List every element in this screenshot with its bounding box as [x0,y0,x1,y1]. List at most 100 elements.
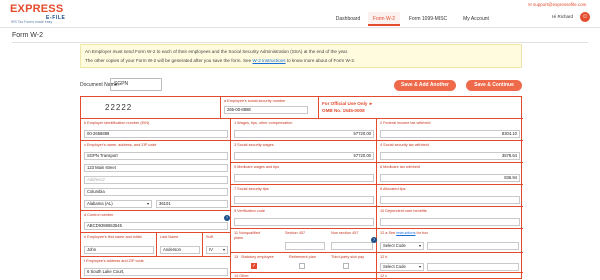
section-457-input[interactable] [285,242,325,250]
save-add-another-button[interactable]: Save & Add Another [394,80,456,91]
retirement-plan-label: Retirement plan [289,255,316,259]
w2-form: 22222 a Employee's social security numbe… [80,96,523,280]
employee-first-name-input[interactable]: John [84,246,154,254]
ss-wages-input[interactable]: 57720.00 [234,152,374,160]
top-bar: EXPRESS E-FILE IRS Tax Forms made easy D… [0,0,600,28]
box-12b-amount-input[interactable] [427,263,519,271]
box-5: 5 Medicare wages and tips [231,163,377,185]
box-c-label: c Employer's name, address, and ZIP code [84,143,157,147]
expressefile-logo[interactable]: EXPRESS E-FILE IRS Tax Forms made easy [10,3,90,25]
box-4: 4 Social security tax withheld 3578.64 [377,141,523,163]
box-7: 7 Social security tips [231,185,377,207]
box-6: 6 Medicare tax withheld 836.94 [377,163,523,185]
box-12a-label: 12 a See instructions for box [380,231,429,235]
box-12b-code-select[interactable]: Select Code ▾ [380,263,424,271]
logo-tagline: IRS Tax Forms made easy [11,20,53,24]
section-457-label: Section 457 [285,231,306,235]
ssn-input[interactable]: 265-00-8888 [224,106,308,114]
box-4-label: 4 Social security tax withheld [380,143,429,147]
support-email[interactable]: ✉ support@expressefile.com [528,2,586,8]
form-code-cell: 22222 [81,97,221,119]
allocated-tips-input[interactable] [380,196,520,204]
chevron-down-icon: ▾ [146,201,149,206]
nav-form-w2[interactable]: Form W-2 [368,12,400,26]
greeting[interactable]: Hi Richard [552,14,573,19]
employer-city-input[interactable]: Columbia [84,188,228,196]
employee-address-input[interactable]: 6 South Lake Court, [84,268,228,276]
box-7-label: 7 Social security tips [234,187,269,191]
verification-code-input[interactable] [234,218,374,226]
nav-my-account[interactable]: My Account [456,12,496,26]
chevron-down-icon: ▾ [222,247,225,252]
statutory-employee-checkbox[interactable]: ✓ [251,263,257,269]
federal-tax-input[interactable]: 8304.10 [380,130,520,138]
box-12a: 12 a See instructions for box Select Cod… [377,229,523,253]
box-e-label: e Employee's first name and initial [84,235,142,239]
non-section-457-input[interactable] [331,242,373,250]
retirement-plan-checkbox[interactable] [299,263,305,269]
box-3: 3 Social security wages 57720.00 [231,141,377,163]
ss-tax-input[interactable]: 3578.64 [380,152,520,160]
employer-address2-input[interactable]: Address2 [84,176,228,184]
employer-address1-input[interactable]: 123 Main street [84,164,228,172]
box-9-label: 9 Verification code [234,209,266,213]
logo-main: EXPRESS [10,3,64,15]
box-8-label: 8 Allocated tips [380,187,406,191]
box-a-label: a Employee's social security number [224,99,286,103]
save-continue-button[interactable]: Save & Continue [466,80,522,91]
info-notice: An Employer must send Form W-2 to each o… [80,44,522,68]
last-name-label: Last Name [160,235,179,239]
box-12-instructions-link[interactable]: instructions [396,231,415,235]
medicare-tax-input[interactable]: 836.94 [380,174,520,182]
box-a: a Employee's social security number 265-… [221,97,319,119]
box-14-label: 14 Other [234,274,249,278]
box-11-label: 11 Nonqualified plans [234,231,261,240]
nav-dashboard[interactable]: Dashboard [330,12,366,26]
wages-input[interactable]: 57720.00 [234,130,374,138]
box-10: 10 Dependent care benefits [377,207,523,229]
nav-form-1099-misc[interactable]: Form 1099-MISC [404,12,452,26]
employer-zip-input[interactable]: 36101 [156,200,228,208]
document-name-input[interactable]: SGPN [110,78,162,91]
page-title: Form W-2 [12,32,43,39]
box-d-label: d Control number [84,213,114,217]
box-12c-label: 12 c [380,274,388,278]
omb-number: OMB No. 1545-0008 [322,108,365,113]
medicare-wages-input[interactable] [234,174,374,182]
box-5-label: 5 Medicare wages and tips [234,165,280,169]
box-12a-amount-input[interactable] [427,242,519,250]
employee-last-name-input[interactable]: Anderson [160,246,200,254]
box-12a-code-select[interactable]: Select Code ▾ [380,242,424,250]
user-avatar-icon[interactable]: ☺ [580,12,590,22]
official-use-cell: For Official Use Only ► OMB No. 1545-000… [319,97,523,119]
divider [12,42,588,43]
notice-line-2: The other copies of your Form W-2 will b… [85,58,356,63]
ein-input[interactable]: 00-2658888 [84,130,228,138]
notice-line-1: An Employer must send Form W-2 to each o… [85,49,349,54]
box-10-label: 10 Dependent care benefits [380,209,427,213]
ss-tips-input[interactable] [234,196,374,204]
box-8: 8 Allocated tips [377,185,523,207]
box-13-label: 13 [234,255,239,259]
box-e-first: e Employee's first name and initial John [81,233,157,257]
dependent-care-input[interactable] [380,218,520,226]
box-1: 1 Wages, tips, other compensation 57720.… [231,119,377,141]
statutory-employee-label: Statutory employee [241,255,274,259]
box-f: f Employee's address and ZIP code 6 Sout… [81,257,231,280]
box-1-label: 1 Wages, tips, other compensation [234,121,293,125]
box-2-label: 2 Federal income tax withheld [380,121,431,125]
w2-instructions-link[interactable]: W-2 Instructions [252,58,285,63]
third-party-sick-pay-checkbox[interactable] [343,263,349,269]
help-icon[interactable]: ? [224,215,230,221]
employer-name-input[interactable]: SGPN Transport [84,152,228,160]
control-number-input[interactable]: ABCD9398553545 [84,222,228,230]
suffix-select[interactable]: IV ▾ [206,246,228,254]
box-d: d Control number ABCD9398553545 [81,211,231,233]
chevron-down-icon: ▾ [418,264,421,269]
box-12b-label: 12 b [380,255,388,259]
chevron-down-icon: ▾ [418,243,421,248]
employer-state-select[interactable]: Alabama (AL) ▾ [84,200,152,208]
non-section-457-label: Non section 457 [331,231,359,235]
suffix-label: Suff. [206,235,214,239]
box-e-last: Last Name Anderson [157,233,203,257]
